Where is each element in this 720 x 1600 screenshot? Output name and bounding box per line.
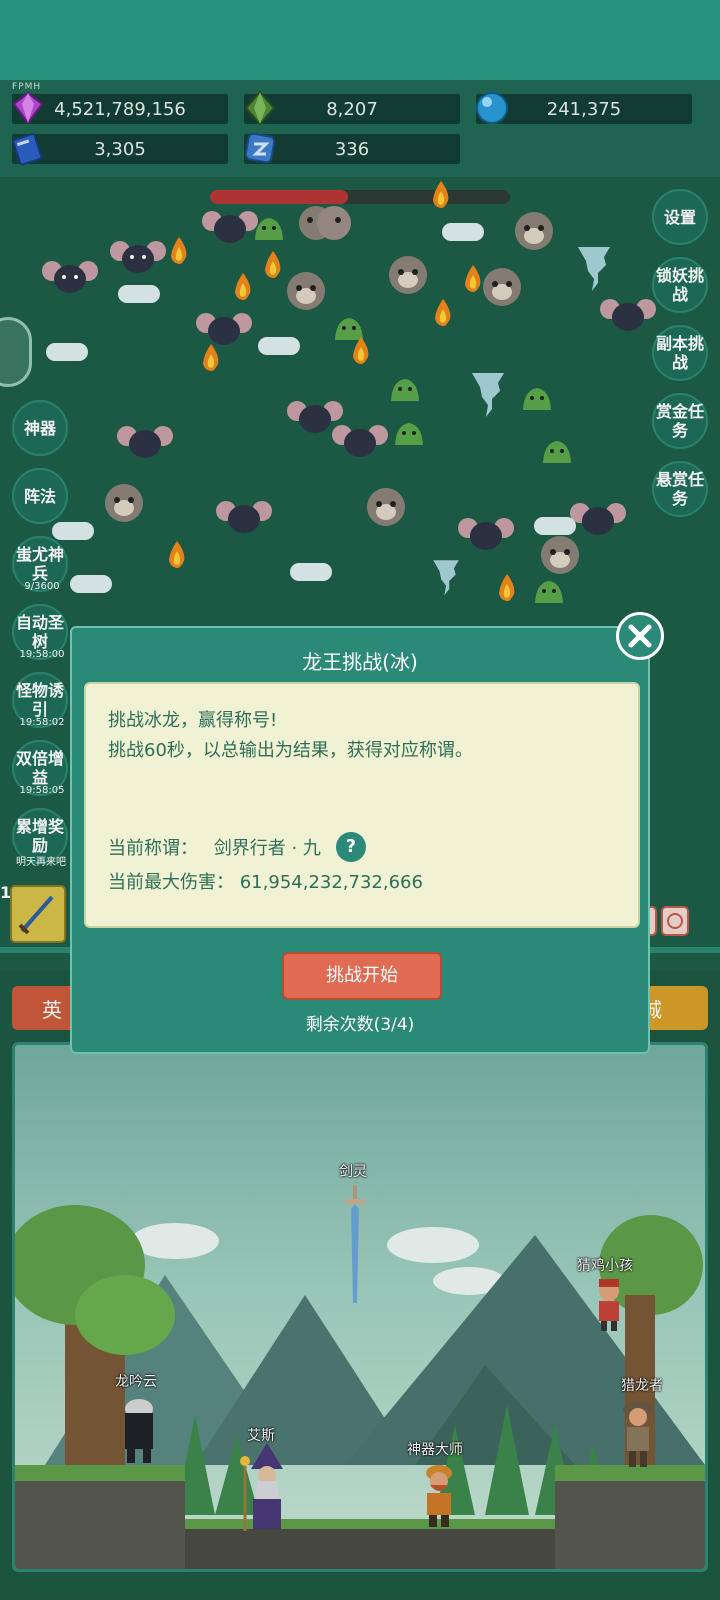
- dialog-content-panel: 挑战冰龙，赢得称号! 挑战60秒，以总输出为结果，获得对应称谓。 当前称谓： 剑…: [84, 682, 640, 928]
- remaining-attempts: 剩余次数(3/4): [305, 1015, 415, 1035]
- challenge-desc-line-1: 挑战冰龙，赢得称号!: [108, 710, 278, 731]
- current-title-row: 当前称谓： 剑界行者 · 九: [108, 834, 321, 860]
- current-title-value: 剑界行者 · 九: [213, 838, 321, 859]
- title-help-button[interactable]: ?: [336, 832, 366, 862]
- max-damage-label: 当前最大伤害：: [108, 872, 234, 893]
- close-icon: [628, 624, 652, 648]
- max-damage-row: 当前最大伤害： 61,954,232,732,666: [108, 868, 423, 894]
- close-button[interactable]: [616, 612, 664, 660]
- current-title-label: 当前称谓：: [108, 838, 198, 859]
- max-damage-value: 61,954,232,732,666: [239, 872, 423, 893]
- dragon-king-challenge-dialog: 龙王挑战(冰) 挑战冰龙，赢得称号! 挑战60秒，以总输出为结果，获得对应称谓。…: [70, 612, 664, 1054]
- challenge-desc-line-2: 挑战60秒，以总输出为结果，获得对应称谓。: [108, 740, 473, 761]
- dialog-title: 龙王挑战(冰): [302, 650, 418, 674]
- start-challenge-button[interactable]: 挑战开始: [282, 952, 442, 1000]
